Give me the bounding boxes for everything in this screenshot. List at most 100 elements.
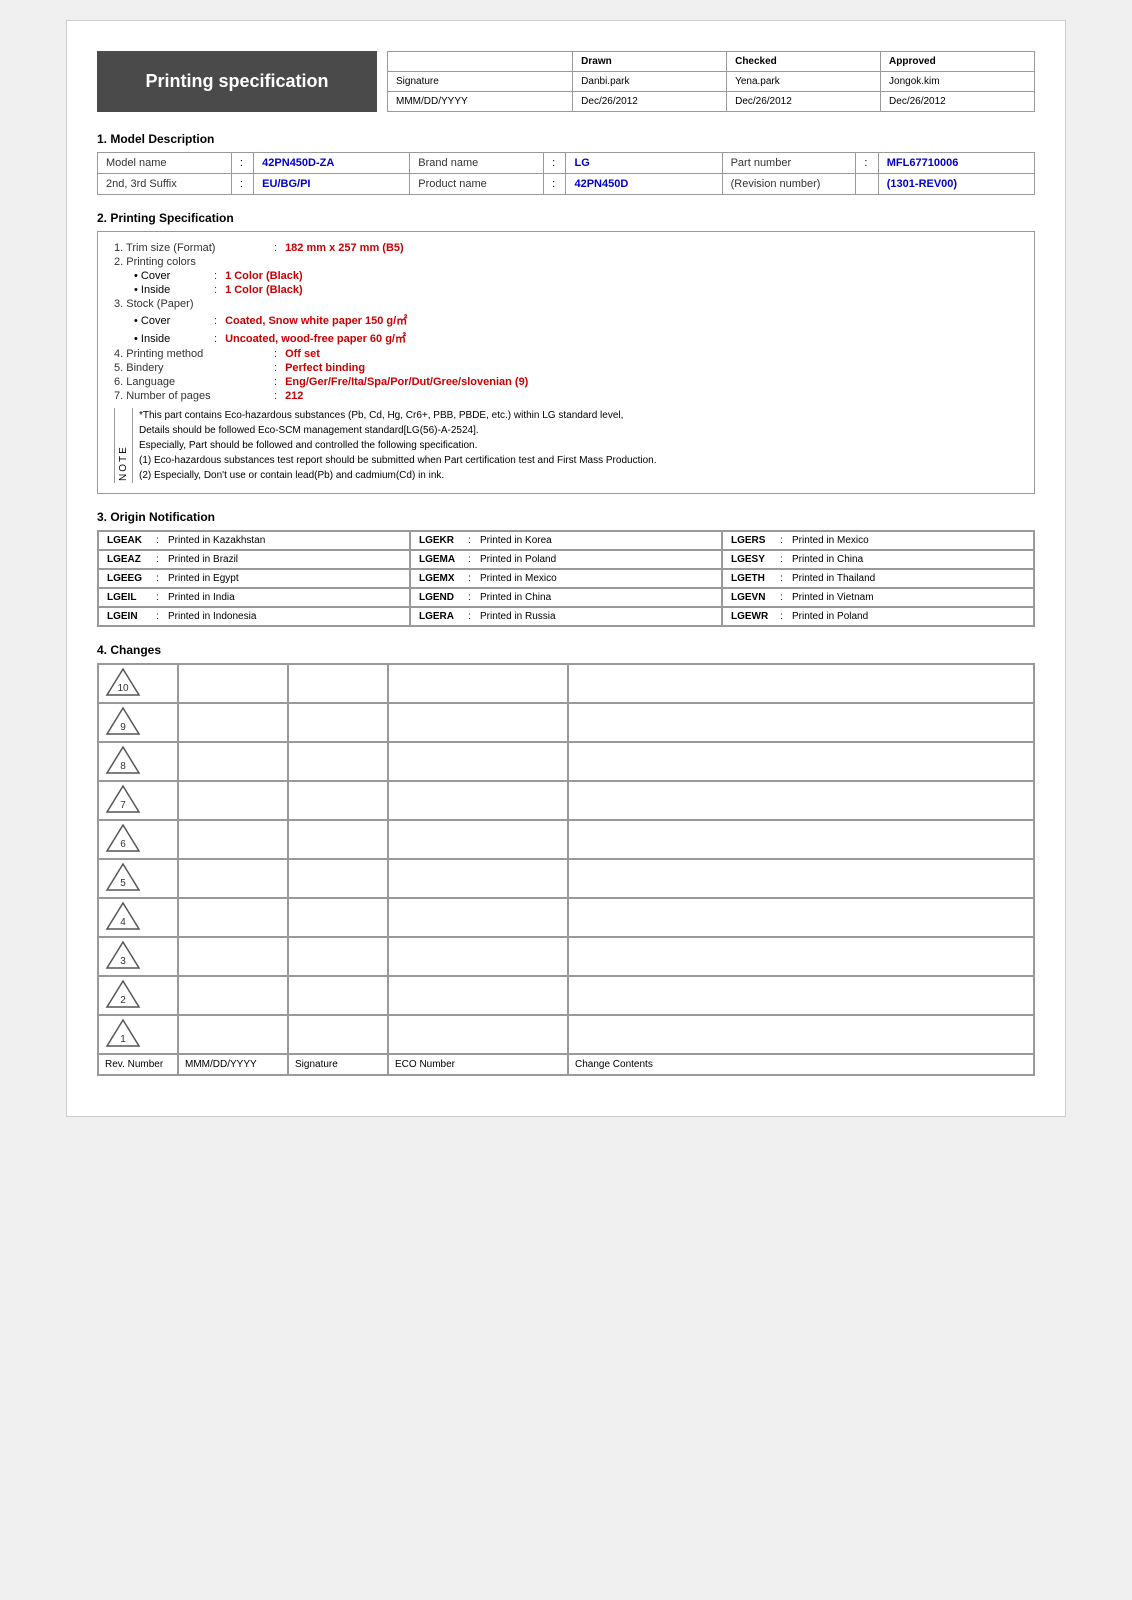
svg-text:7: 7 [120,800,126,811]
origin-cell: LGEAZ : Printed in Brazil [98,550,410,569]
origin-code: LGERS [731,535,776,546]
date-cell [178,1015,288,1054]
svg-text:2: 2 [120,995,126,1006]
spec-colon: : [214,333,217,345]
origin-cell: LGEMA : Printed in Poland [410,550,722,569]
note-content: *This part contains Eco-hazardous substa… [139,408,656,483]
revision-cell: 2 [98,976,178,1015]
eco-cell [388,937,568,976]
changes-box: 10 9 8 7 6 5 4 3 [97,663,1035,1076]
eco-cell [388,859,568,898]
spec-sub-label: • Cover [134,315,214,327]
change-row: 8 [98,742,1034,781]
origin-text: Printed in Mexico [480,573,557,584]
contents-cell [568,742,1034,781]
revision-cell: 1 [98,1015,178,1054]
date-cell [178,937,288,976]
spec-value: 1 Color (Black) [225,270,303,282]
origin-cell: LGEND : Printed in China [410,588,722,607]
contents-cell [568,937,1034,976]
change-row: 6 [98,820,1034,859]
note-line: (1) Eco-hazardous substances test report… [139,453,656,468]
origin-code: LGEWR [731,611,776,622]
note-line: Details should be followed Eco-SCM manag… [139,423,656,438]
contents-cell [568,859,1034,898]
origin-code: LGEEG [107,573,152,584]
date-cell [178,898,288,937]
header-section: Printing specification DrawnCheckedAppro… [97,51,1035,112]
spec-label: 6. Language [114,376,274,388]
revision-cell: 3 [98,937,178,976]
origin-cell: LGEEG : Printed in Egypt [98,569,410,588]
origin-colon: : [156,535,164,546]
spec-value: Off set [285,348,320,360]
spec-colon: : [274,376,277,388]
change-row: 2 [98,976,1034,1015]
origin-code: LGESY [731,554,776,565]
change-row: 3 [98,937,1034,976]
date-cell [178,820,288,859]
date-cell [178,859,288,898]
change-row: 9 [98,703,1034,742]
spec-label: 7. Number of pages [114,390,274,402]
origin-colon: : [156,573,164,584]
origin-code: LGEVN [731,592,776,603]
origin-code: LGETH [731,573,776,584]
origin-colon: : [468,535,476,546]
contents-cell [568,703,1034,742]
signature-cell [288,781,388,820]
origin-cell: LGEAK : Printed in Kazakhstan [98,531,410,550]
spec-value: 212 [285,390,303,402]
note-label: NOTE [114,408,133,483]
svg-text:9: 9 [120,722,126,733]
signature-cell [288,859,388,898]
origin-colon: : [468,611,476,622]
triangle-badge: 1 [105,1018,141,1048]
origin-cell: LGEWR : Printed in Poland [722,607,1034,626]
revision-cell: 8 [98,742,178,781]
origin-text: Printed in India [168,592,235,603]
change-row: 10 [98,664,1034,703]
spec-value: Uncoated, wood-free paper 60 g/㎡ [225,330,406,346]
svg-text:5: 5 [120,878,126,889]
signature-cell [288,820,388,859]
changes-footer-row: Rev. NumberMMM/DD/YYYYSignatureECO Numbe… [98,1054,1034,1075]
eco-cell [388,781,568,820]
title-box: Printing specification [97,51,377,112]
origin-code: LGEIN [107,611,152,622]
signature-cell [288,742,388,781]
origin-colon: : [780,554,788,565]
origin-colon: : [780,573,788,584]
origin-cell: LGEMX : Printed in Mexico [410,569,722,588]
origin-text: Printed in Brazil [168,554,238,565]
eco-cell [388,898,568,937]
spec-colon: : [274,362,277,374]
origin-text: Printed in Poland [480,554,556,565]
origin-cell: LGEKR : Printed in Korea [410,531,722,550]
signature-cell [288,937,388,976]
origin-table: LGEAK : Printed in Kazakhstan LGEKR : Pr… [97,530,1035,627]
origin-text: Printed in Egypt [168,573,239,584]
origin-colon: : [156,611,164,622]
origin-colon: : [780,611,788,622]
spec-sub-label: • Cover [134,270,214,282]
eco-cell [388,703,568,742]
revision-cell: 4 [98,898,178,937]
svg-text:6: 6 [120,839,126,850]
origin-text: Printed in Indonesia [168,611,256,622]
origin-cell: LGESY : Printed in China [722,550,1034,569]
triangle-badge: 10 [105,667,141,697]
revision-cell: 5 [98,859,178,898]
signature-cell [288,976,388,1015]
spec-colon: : [214,315,217,327]
signature-cell [288,664,388,703]
origin-text: Printed in Russia [480,611,556,622]
origin-text: Printed in Thailand [792,573,875,584]
origin-cell: LGETH : Printed in Thailand [722,569,1034,588]
origin-code: LGEMA [419,554,464,565]
triangle-badge: 7 [105,784,141,814]
approval-table: DrawnCheckedApprovedSignatureDanbi.parkY… [387,51,1035,112]
date-cell [178,664,288,703]
svg-text:3: 3 [120,956,126,967]
origin-code: LGEND [419,592,464,603]
